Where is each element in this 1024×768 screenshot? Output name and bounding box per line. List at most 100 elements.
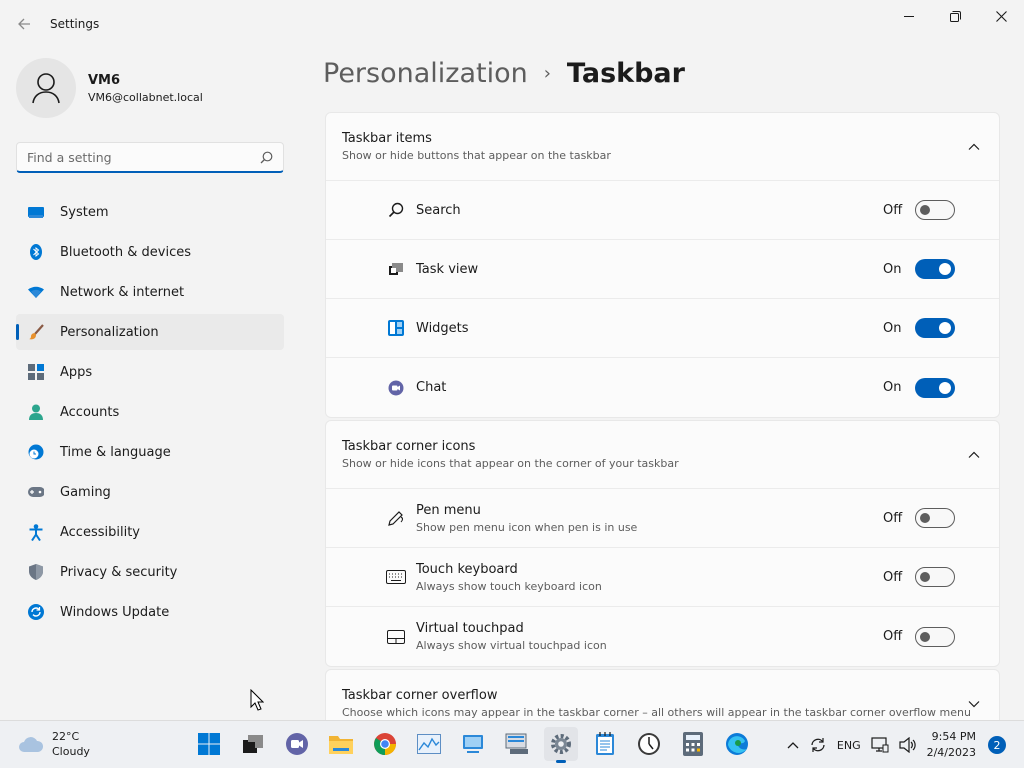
breadcrumb-parent[interactable]: Personalization bbox=[323, 58, 528, 89]
chrome-button[interactable] bbox=[368, 727, 402, 761]
taskbar-items-group: Taskbar items Show or hide buttons that … bbox=[325, 112, 1000, 418]
taskbar-clock[interactable]: 9:54 PM 2/4/2023 bbox=[927, 729, 976, 761]
setting-row-task-view: Task view On bbox=[326, 240, 999, 299]
language-indicator[interactable]: ENG bbox=[837, 739, 861, 752]
page-title: Taskbar bbox=[566, 58, 685, 89]
virtual-touchpad-toggle[interactable] bbox=[915, 626, 955, 647]
touch-keyboard-toggle[interactable] bbox=[915, 567, 955, 587]
sidebar-item-label: Personalization bbox=[60, 324, 159, 340]
corner-icons-header[interactable]: Taskbar corner icons Show or hide icons … bbox=[326, 421, 999, 489]
sidebar-item-label: Privacy & security bbox=[60, 564, 178, 580]
touchpad-icon bbox=[386, 627, 406, 647]
back-button[interactable] bbox=[10, 12, 38, 36]
restore-icon bbox=[949, 10, 961, 22]
accounts-icon bbox=[28, 404, 44, 420]
search-input[interactable] bbox=[27, 149, 260, 165]
keyboard-icon bbox=[386, 567, 406, 587]
chevron-up-icon[interactable] bbox=[967, 448, 981, 462]
sidebar-item-windows-update[interactable]: Windows Update bbox=[16, 594, 284, 630]
sidebar-item-label: Accounts bbox=[60, 404, 120, 420]
volume-tray-button[interactable] bbox=[898, 737, 917, 753]
server-icon bbox=[505, 733, 528, 754]
setting-row-chat: Chat On bbox=[326, 358, 999, 417]
setting-description: Show pen menu icon when pen is in use bbox=[416, 520, 638, 534]
notepad-icon bbox=[596, 732, 614, 755]
weather-widget[interactable]: 22°C Cloudy bbox=[18, 729, 90, 759]
chat-button[interactable] bbox=[280, 727, 314, 761]
sidebar-item-apps[interactable]: Apps bbox=[16, 354, 284, 390]
user-profile[interactable]: VM6 VM6@collabnet.local bbox=[16, 58, 203, 118]
sidebar-item-time-language[interactable]: Time & language bbox=[16, 434, 284, 470]
close-icon bbox=[995, 10, 1007, 22]
performance-monitor-button[interactable] bbox=[412, 727, 446, 761]
sidebar-item-system[interactable]: System bbox=[16, 194, 284, 230]
pen-menu-toggle[interactable] bbox=[915, 508, 955, 528]
corner-overflow-header[interactable]: Taskbar corner overflow Choose which ico… bbox=[326, 670, 999, 720]
widgets-toggle[interactable] bbox=[915, 318, 955, 338]
folder-icon bbox=[329, 736, 353, 754]
toggle-state-text: On bbox=[883, 261, 902, 277]
search-icon bbox=[260, 151, 273, 163]
sidebar-item-privacy[interactable]: Privacy & security bbox=[16, 554, 284, 590]
pen-icon bbox=[386, 508, 406, 528]
task-view-button[interactable] bbox=[236, 727, 270, 761]
clock-app-button[interactable] bbox=[632, 727, 666, 761]
corner-overflow-group[interactable]: Taskbar corner overflow Choose which ico… bbox=[325, 669, 1000, 720]
start-button[interactable] bbox=[192, 727, 226, 761]
calculator-button[interactable] bbox=[676, 727, 710, 761]
chevron-up-icon[interactable] bbox=[967, 140, 981, 154]
speaker-icon bbox=[898, 737, 916, 753]
sidebar-item-bluetooth[interactable]: Bluetooth & devices bbox=[16, 234, 284, 270]
chart-window-icon bbox=[417, 734, 441, 754]
search-toggle[interactable] bbox=[915, 200, 955, 220]
shield-icon bbox=[28, 564, 44, 580]
profile-email: VM6@collabnet.local bbox=[88, 90, 203, 104]
task-view-toggle[interactable] bbox=[915, 259, 955, 279]
show-hidden-icons-button[interactable] bbox=[787, 741, 799, 749]
chevron-down-icon[interactable] bbox=[967, 697, 981, 711]
chat-icon bbox=[386, 378, 406, 398]
taskbar-apps bbox=[192, 727, 764, 763]
setting-row-touch-keyboard: Touch keyboard Always show touch keyboar… bbox=[326, 548, 999, 607]
group-subtitle: Show or hide icons that appear on the co… bbox=[342, 457, 679, 470]
network-tray-button[interactable] bbox=[870, 737, 889, 753]
search-box[interactable] bbox=[16, 142, 284, 173]
remote-desktop-button[interactable] bbox=[456, 727, 490, 761]
notification-badge[interactable]: 2 bbox=[988, 736, 1006, 754]
sidebar-item-gaming[interactable]: Gaming bbox=[16, 474, 284, 510]
sidebar-item-label: System bbox=[60, 204, 109, 220]
network-tool-button[interactable] bbox=[500, 727, 534, 761]
sidebar-nav: System Bluetooth & devices Network & int… bbox=[16, 194, 284, 634]
sidebar-item-accounts[interactable]: Accounts bbox=[16, 394, 284, 430]
setting-row-virtual-touchpad: Virtual touchpad Always show virtual tou… bbox=[326, 607, 999, 666]
notepad-button[interactable] bbox=[588, 727, 622, 761]
sidebar-item-label: Gaming bbox=[60, 484, 111, 500]
edge-button[interactable] bbox=[720, 727, 754, 761]
search-icon bbox=[386, 200, 406, 220]
setting-label: Pen menu bbox=[416, 502, 481, 518]
setting-label: Touch keyboard bbox=[416, 561, 518, 577]
brush-icon bbox=[28, 324, 44, 340]
chat-toggle[interactable] bbox=[915, 377, 955, 398]
taskbar-items-header[interactable]: Taskbar items Show or hide buttons that … bbox=[326, 113, 999, 181]
toggle-state-text: Off bbox=[883, 629, 903, 644]
group-subtitle: Choose which icons may appear in the tas… bbox=[342, 706, 971, 719]
system-tray: ENG 9:54 PM 2/4/2023 2 bbox=[787, 721, 1024, 768]
sidebar-item-network[interactable]: Network & internet bbox=[16, 274, 284, 310]
sync-tray-button[interactable] bbox=[809, 737, 827, 753]
sidebar-item-label: Time & language bbox=[60, 444, 171, 460]
group-title: Taskbar corner icons bbox=[342, 439, 476, 454]
settings-button[interactable] bbox=[544, 727, 578, 763]
sidebar-item-label: Apps bbox=[60, 364, 93, 380]
sidebar-item-personalization[interactable]: Personalization bbox=[16, 314, 284, 350]
minimize-icon bbox=[904, 16, 914, 17]
maximize-button[interactable] bbox=[932, 0, 978, 32]
gamepad-icon bbox=[28, 484, 44, 500]
sidebar-item-accessibility[interactable]: Accessibility bbox=[16, 514, 284, 550]
widgets-icon bbox=[386, 318, 406, 338]
file-explorer-button[interactable] bbox=[324, 727, 358, 761]
close-button[interactable] bbox=[978, 0, 1024, 32]
app-title: Settings bbox=[50, 17, 100, 31]
corner-icons-group: Taskbar corner icons Show or hide icons … bbox=[325, 420, 1000, 667]
minimize-button[interactable] bbox=[886, 0, 932, 32]
